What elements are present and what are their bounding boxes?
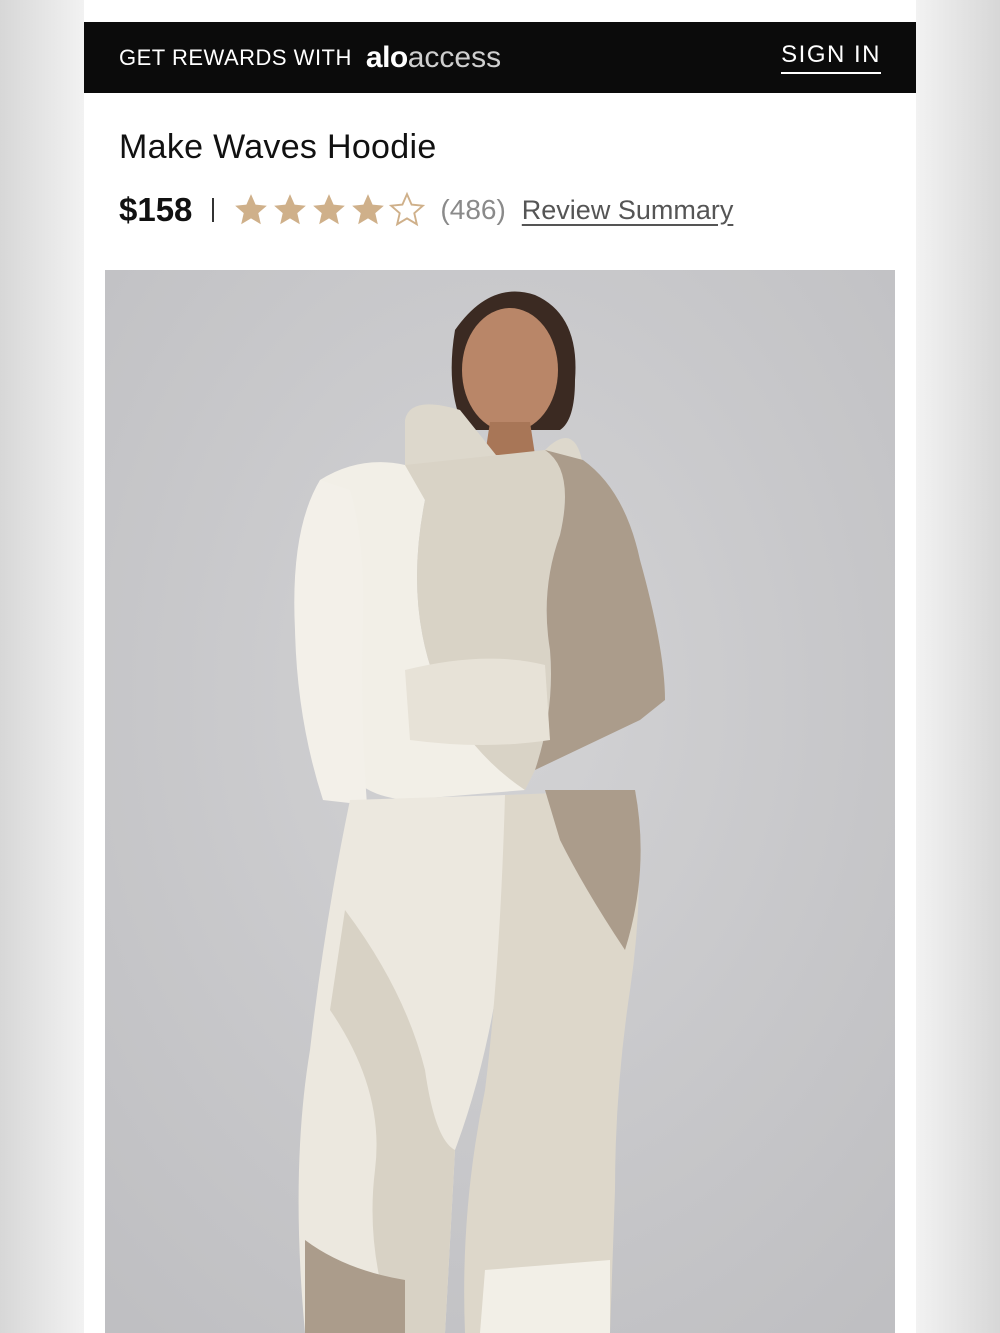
rating-stars[interactable] [232, 191, 426, 229]
rewards-text: GET REWARDS WITH [119, 44, 352, 70]
status-area [84, 0, 916, 22]
price-rating-row: $158 (486) Review Summary [119, 186, 733, 234]
alo-access-logo: alo access [365, 40, 502, 74]
product-title: Make Waves Hoodie [119, 128, 437, 166]
review-count[interactable]: (486) [440, 194, 505, 226]
star-filled-icon [313, 194, 346, 225]
star-filled-icon [352, 194, 385, 225]
product-image[interactable] [105, 270, 895, 1333]
star-filled-icon [235, 194, 268, 225]
product-photo [105, 270, 895, 1333]
star-empty-icon [389, 191, 426, 227]
rewards-banner[interactable]: GET REWARDS WITH alo access SIGN IN [84, 22, 916, 93]
sign-in-link[interactable]: SIGN IN [781, 41, 881, 74]
rewards-promo: GET REWARDS WITH alo access [119, 40, 502, 74]
star-filled-icon [274, 194, 307, 225]
phone-screen: GET REWARDS WITH alo access SIGN IN Make … [84, 0, 916, 1333]
review-summary-link[interactable]: Review Summary [522, 195, 734, 226]
product-price: $158 [119, 191, 193, 228]
price-divider [212, 198, 215, 222]
